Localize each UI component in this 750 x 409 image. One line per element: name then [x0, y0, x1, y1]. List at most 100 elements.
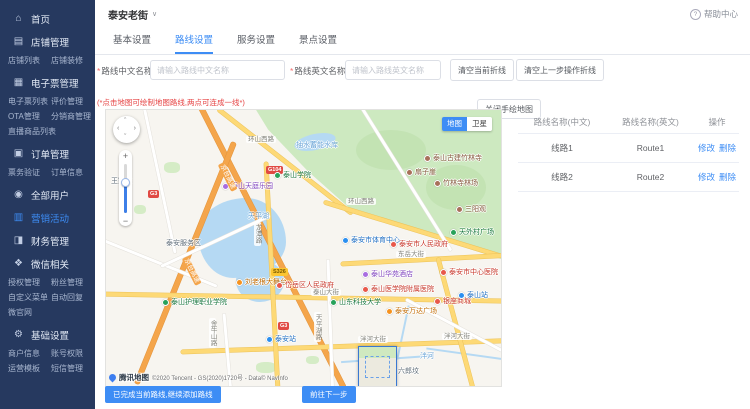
- poi-marker-icon: [342, 237, 349, 245]
- sidebar-subitem[interactable]: 电子票列表: [8, 96, 51, 107]
- poi-marker-icon: [330, 299, 337, 307]
- route-en-input[interactable]: [345, 60, 441, 80]
- tab[interactable]: 基本设置: [113, 28, 151, 54]
- sidebar-item[interactable]: ⚙ 基础设置: [0, 326, 95, 344]
- map-type-satellite-button[interactable]: 卫星: [467, 117, 492, 131]
- map-zoom-slider[interactable]: + −: [119, 150, 132, 226]
- sidebar-subitem[interactable]: 自动回复: [51, 292, 94, 303]
- sidebar-item[interactable]: ◨ 财务管理: [0, 232, 95, 250]
- sidebar-subitem[interactable]: 评价管理: [51, 96, 94, 107]
- map-label: 三阳观: [456, 206, 486, 214]
- routes-table-header: 路线名称(中文) 路线名称(英文) 操作: [518, 110, 739, 134]
- map-park: [164, 162, 180, 173]
- sidebar-item[interactable]: ⌂ 首页: [0, 10, 95, 28]
- next-step-button[interactable]: 前往下一步: [302, 386, 356, 403]
- map-hill-shade: [356, 130, 426, 170]
- sidebar-item-label: 订单管理: [31, 150, 70, 161]
- poi-marker-icon: [162, 299, 169, 307]
- required-asterisk: *: [290, 66, 294, 76]
- map-label: 龙潭路: [254, 222, 262, 246]
- route-cn-label: *路线中文名称: [97, 66, 153, 76]
- sidebar-subitem[interactable]: 商户信息: [8, 348, 51, 359]
- chevron-down-icon[interactable]: ∨: [152, 10, 157, 18]
- required-asterisk: *: [97, 66, 101, 76]
- sidebar-subitem[interactable]: 短信管理: [51, 363, 94, 374]
- sidebar-item[interactable]: ❖ 微信相关: [0, 255, 95, 273]
- sidebar-item[interactable]: ▥ 营销活动: [0, 209, 95, 227]
- map-label: 泰安万达广场: [386, 308, 437, 316]
- map-type-toggle: 地图 卫星: [442, 117, 492, 131]
- map-label: 山东科技大学: [330, 299, 381, 307]
- sidebar-item[interactable]: ▦ 电子票管理: [0, 74, 95, 92]
- sidebar-subitem[interactable]: 账号权限: [51, 348, 94, 359]
- sidebar-item-label: 财务管理: [31, 237, 70, 248]
- pan-left-icon[interactable]: ‹: [117, 125, 119, 132]
- finish-route-button[interactable]: 已完成当前路线,继续添加路线: [105, 386, 221, 403]
- tencent-map-logo: 腾讯地图: [119, 373, 149, 382]
- page-title: 泰安老街: [108, 10, 148, 22]
- delete-link[interactable]: 删除: [719, 142, 736, 154]
- zoom-knob[interactable]: [121, 178, 130, 187]
- sidebar-subitems-row: 微官网: [0, 306, 95, 321]
- help-center-link[interactable]: ? 帮助中心: [689, 8, 738, 20]
- sidebar-subitems-row: 授权管理 粉丝管理: [0, 276, 95, 291]
- poi-marker-icon: [450, 229, 457, 237]
- sidebar-subitem[interactable]: 授权管理: [8, 277, 51, 288]
- sidebar-subitem[interactable]: 直播商品列表: [8, 126, 56, 137]
- routes-panel: 路线名称(中文) 路线名称(英文) 操作 线路1 Route1 修改 删除 线路2 Route…: [518, 110, 739, 192]
- zoom-out-icon[interactable]: −: [119, 216, 132, 226]
- sidebar-item[interactable]: ▤ 店铺管理: [0, 33, 95, 51]
- poi-marker-icon: [390, 241, 397, 249]
- pan-down-icon[interactable]: ˇ: [124, 134, 126, 141]
- zoom-in-icon[interactable]: +: [119, 151, 132, 161]
- map-pan-control[interactable]: ˆ ˇ ‹ ›: [113, 116, 140, 143]
- sidebar: ⌂ 首页 ▤ 店铺管理 店铺列表 店铺装修 ▦ 电子票管理 电子票列表 评价管理 OTA管理 分销商管…: [0, 0, 95, 409]
- route-cn-input[interactable]: [150, 60, 285, 80]
- tab[interactable]: 路线设置: [175, 28, 214, 54]
- sidebar-subitem[interactable]: 微官网: [8, 307, 51, 318]
- sidebar-subitem[interactable]: 分销商管理: [51, 111, 94, 122]
- pan-right-icon[interactable]: ›: [134, 125, 136, 132]
- marketing-icon: ▥: [13, 212, 24, 223]
- sidebar-item[interactable]: ▣ 订单管理: [0, 145, 95, 163]
- tab[interactable]: 服务设置: [237, 28, 275, 54]
- sidebar-item-label: 全部用户: [31, 191, 70, 202]
- sidebar-subitem[interactable]: 票务验证: [8, 167, 51, 178]
- sidebar-subitem[interactable]: 订单信息: [51, 167, 94, 178]
- pan-up-icon[interactable]: ˆ: [124, 118, 126, 125]
- sidebar-item-label: 基础设置: [31, 331, 70, 342]
- poi-marker-icon: [274, 172, 281, 180]
- sidebar-subitem[interactable]: 运营模板: [8, 363, 51, 374]
- clear-current-polyline-button[interactable]: 清空当前折线: [450, 59, 514, 81]
- road-shield: G3: [148, 190, 160, 198]
- sidebar-subitem[interactable]: 自定义菜单: [8, 292, 51, 303]
- delete-link[interactable]: 删除: [719, 171, 736, 183]
- poi-marker-icon: [386, 308, 393, 316]
- zoom-track-fill: [124, 183, 127, 213]
- sidebar-item-label: 营销活动: [31, 214, 70, 225]
- sidebar-subitem[interactable]: OTA管理: [8, 111, 51, 122]
- table-column-header: 路线名称(中文): [533, 116, 591, 127]
- table-column-header: 路线名称(英文): [622, 116, 679, 127]
- poi-marker-icon: [456, 206, 463, 214]
- route-actions-cell: 修改 删除: [695, 171, 739, 183]
- sidebar-subitem[interactable]: 粉丝管理: [51, 277, 94, 288]
- sidebar-item[interactable]: ◉ 全部用户: [0, 186, 95, 204]
- tab[interactable]: 景点设置: [299, 28, 337, 54]
- edit-link[interactable]: 修改: [698, 142, 715, 154]
- edit-link[interactable]: 修改: [698, 171, 715, 183]
- sidebar-subitems-row: 电子票列表 评价管理: [0, 95, 95, 110]
- tabs: 基本设置 路线设置 服务设置 景点设置: [95, 28, 750, 55]
- sidebar-subitem[interactable]: 店铺装修: [51, 55, 94, 66]
- sidebar-subitems-row: 直播商品列表: [0, 125, 95, 140]
- order-icon: ▣: [13, 148, 24, 159]
- table-column-header: 操作: [708, 116, 726, 127]
- clear-previous-polyline-button[interactable]: 清空上一步操作折线: [516, 59, 604, 81]
- map-park: [306, 356, 319, 364]
- map-type-map-button[interactable]: 地图: [442, 117, 467, 131]
- map-attribution: 腾讯地图 ©2020 Tencent - GS(2020)1720号 - Dat…: [107, 372, 288, 383]
- map-canvas[interactable]: G104G3G3S326环山西路环山西路抽水蓄能水库泰山学院泰山天庭乐园天平湖王…: [105, 109, 502, 387]
- map-overview-inset[interactable]: [358, 346, 397, 386]
- sidebar-subitem[interactable]: 店铺列表: [8, 55, 51, 66]
- map-copyright: ©2020 Tencent - GS(2020)1720号 - Data© Na…: [152, 376, 288, 382]
